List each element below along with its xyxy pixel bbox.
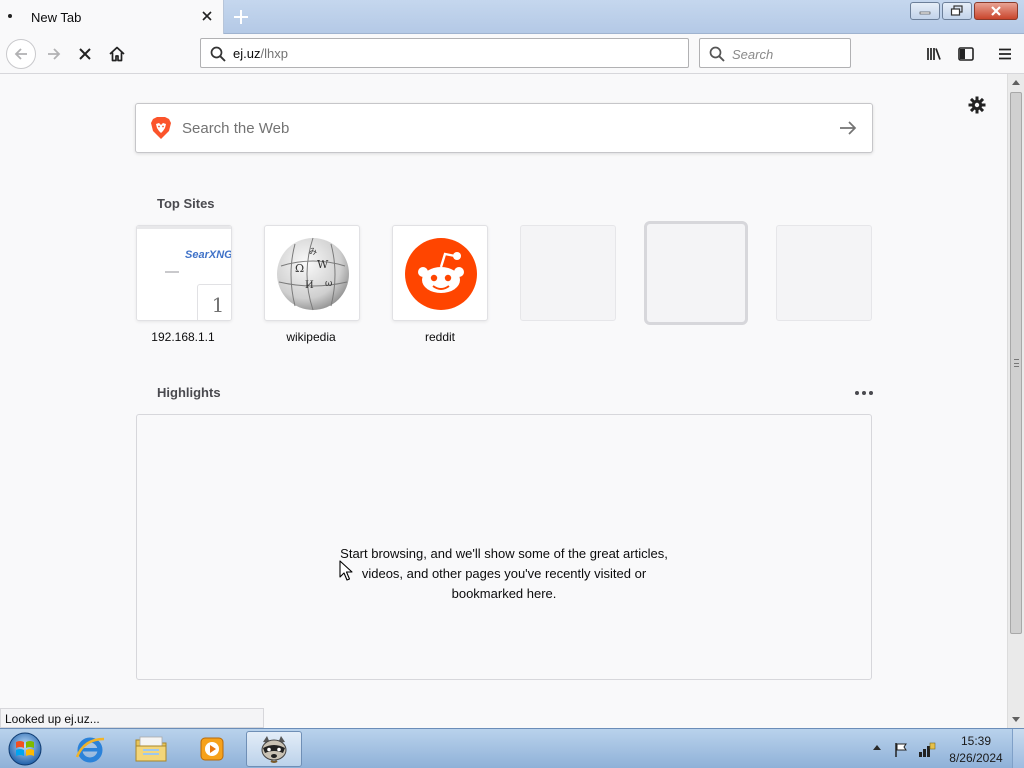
forward-button[interactable] bbox=[40, 40, 68, 68]
scroll-up-arrow-icon[interactable] bbox=[1012, 80, 1020, 85]
top-site-empty-slot[interactable] bbox=[520, 225, 616, 321]
preview-brand-text: SearXNG bbox=[185, 249, 232, 261]
svg-text:み: み bbox=[309, 247, 317, 256]
message-line: bookmarked here. bbox=[451, 586, 557, 601]
preview-search-line bbox=[165, 271, 179, 273]
window-controls bbox=[910, 2, 1018, 20]
url-path: /lhxp bbox=[260, 46, 288, 61]
browser-taskbar-button-active[interactable] bbox=[246, 731, 302, 767]
scrollbar-thumb[interactable] bbox=[1010, 92, 1022, 634]
sidebar-toggle-button[interactable] bbox=[952, 40, 980, 68]
top-site-tile-reddit[interactable] bbox=[392, 225, 488, 321]
top-site-label[interactable]: 192.168.1.1 bbox=[135, 330, 231, 344]
start-button[interactable] bbox=[4, 731, 46, 767]
show-desktop-button[interactable] bbox=[1012, 729, 1024, 768]
top-site-label[interactable]: wikipedia bbox=[263, 330, 359, 344]
top-site-empty-slot[interactable] bbox=[644, 221, 748, 325]
svg-text:ω: ω bbox=[325, 279, 332, 289]
web-search-box[interactable]: Search the Web bbox=[135, 103, 873, 153]
more-options-icon[interactable] bbox=[854, 386, 874, 396]
scrollbar-grip-icon bbox=[1014, 359, 1019, 367]
web-search-placeholder: Search the Web bbox=[182, 120, 290, 137]
gear-icon[interactable] bbox=[966, 94, 988, 116]
stop-button[interactable] bbox=[71, 40, 99, 68]
svg-text:W: W bbox=[317, 258, 329, 271]
navigation-toolbar: ej.uz/lhxp Search bbox=[0, 34, 1024, 74]
top-site-label[interactable]: reddit bbox=[392, 330, 488, 344]
action-center-flag-icon[interactable] bbox=[893, 742, 909, 761]
vertical-scrollbar[interactable] bbox=[1007, 74, 1024, 728]
top-site-empty-slot[interactable] bbox=[776, 225, 872, 321]
search-icon bbox=[708, 45, 726, 66]
brave-lion-icon bbox=[150, 116, 172, 143]
tab-new-tab[interactable]: New Tab bbox=[0, 0, 224, 34]
highlights-empty-message: Start browsing, and we'll show some of t… bbox=[137, 544, 871, 604]
svg-text:И: И bbox=[305, 280, 314, 291]
raccoon-icon bbox=[261, 736, 287, 763]
windows-logo-icon bbox=[8, 732, 42, 766]
system-tray: 15:39 8/26/2024 bbox=[866, 729, 1024, 768]
message-line: videos, and other pages you've recently … bbox=[361, 566, 647, 581]
top-site-tile-wikipedia[interactable]: Ω W И ω み bbox=[264, 225, 360, 321]
tab-loading-indicator bbox=[8, 14, 12, 18]
media-player-icon bbox=[200, 737, 224, 761]
url-text[interactable]: ej.uz/lhxp bbox=[233, 46, 288, 61]
status-panel: Looked up ej.uz... bbox=[0, 708, 264, 728]
file-explorer-taskbar-button[interactable] bbox=[123, 731, 179, 767]
minimize-button[interactable] bbox=[910, 2, 940, 20]
internet-explorer-taskbar-button[interactable] bbox=[62, 731, 118, 767]
tab-title: New Tab bbox=[31, 10, 82, 25]
tile-badge: 1 bbox=[197, 284, 231, 320]
svg-text:Ω: Ω bbox=[295, 262, 304, 275]
mouse-cursor-icon bbox=[339, 560, 353, 581]
library-button[interactable] bbox=[920, 40, 948, 68]
clock-time[interactable]: 15:39 bbox=[950, 734, 1002, 748]
taskbar: 15:39 8/26/2024 bbox=[0, 728, 1024, 768]
wikipedia-globe-icon: Ω W И ω み bbox=[277, 237, 349, 311]
show-hidden-icons-icon[interactable] bbox=[873, 745, 881, 750]
highlights-heading: Highlights bbox=[157, 385, 221, 400]
reddit-icon bbox=[405, 238, 477, 310]
internet-explorer-icon bbox=[75, 737, 105, 763]
highlights-empty-panel: Start browsing, and we'll show some of t… bbox=[136, 414, 872, 680]
folder-icon bbox=[135, 736, 167, 762]
restore-button[interactable] bbox=[942, 2, 972, 20]
tab-close-icon[interactable] bbox=[199, 8, 215, 24]
hamburger-menu-button[interactable] bbox=[991, 40, 1019, 68]
top-site-tile-1[interactable]: SearXNG 1 bbox=[136, 225, 232, 321]
media-player-taskbar-button[interactable] bbox=[184, 731, 240, 767]
scroll-down-arrow-icon[interactable] bbox=[1012, 717, 1020, 722]
tab-strip: New Tab bbox=[0, 0, 1024, 34]
top-sites-heading: Top Sites bbox=[157, 196, 215, 211]
window-close-button[interactable] bbox=[974, 2, 1018, 20]
url-host: ej.uz bbox=[233, 46, 261, 61]
home-button[interactable] bbox=[103, 40, 131, 68]
clock-date[interactable]: 8/26/2024 bbox=[946, 751, 1006, 765]
new-tab-page: Search the Web Top Sites SearXNG 1 192.1… bbox=[0, 74, 1007, 708]
arrow-right-icon[interactable] bbox=[838, 119, 858, 140]
search-placeholder: Search bbox=[732, 47, 774, 62]
back-button[interactable] bbox=[6, 39, 36, 69]
new-tab-button[interactable] bbox=[230, 6, 252, 28]
search-bar[interactable]: Search bbox=[699, 38, 851, 68]
message-line: Start browsing, and we'll show some of t… bbox=[340, 546, 668, 561]
network-icon[interactable] bbox=[918, 742, 936, 761]
address-bar[interactable]: ej.uz/lhxp bbox=[200, 38, 689, 68]
search-icon bbox=[209, 45, 227, 66]
